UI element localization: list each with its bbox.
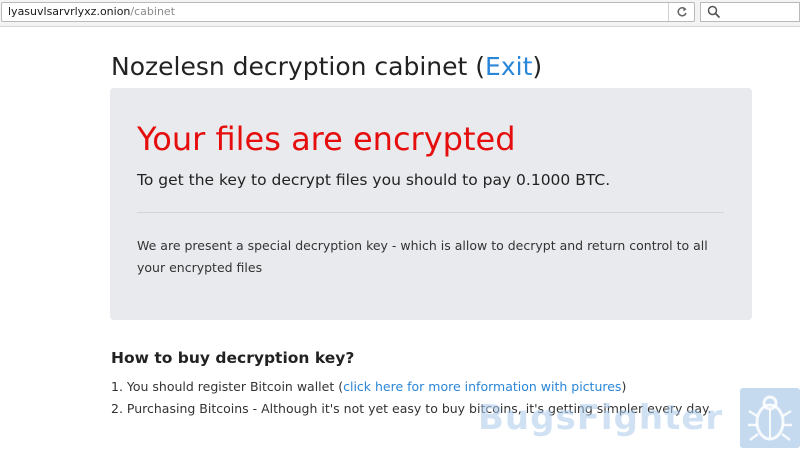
reload-icon — [676, 7, 687, 17]
exit-link[interactable]: Exit — [485, 52, 532, 81]
page-title: Nozelesn decryption cabinet (Exit) — [111, 50, 542, 84]
url-text[interactable]: lyasuvlsarvrlyxz.onion/cabinet — [8, 5, 175, 19]
reload-button[interactable] — [668, 3, 694, 21]
step-1-text: 1. You should register Bitcoin wallet ( — [111, 379, 344, 394]
ransom-notice-panel: Your files are encrypted To get the key … — [110, 88, 752, 320]
watermark-text: BugsFighter — [478, 398, 724, 438]
page-title-suffix: ) — [532, 52, 543, 81]
ransom-amount-text: To get the key to decrypt files you shou… — [137, 171, 611, 189]
bug-icon — [748, 395, 792, 441]
description-text: We are present a special decryption key … — [137, 238, 708, 275]
search-bar[interactable] — [700, 2, 800, 22]
page-title-text: Nozelesn decryption cabinet ( — [111, 52, 486, 81]
url-host: lyasuvlsarvrlyxz.onion — [8, 5, 131, 18]
watermark: BugsFighter — [474, 388, 800, 453]
url-path: /cabinet — [130, 5, 176, 18]
search-icon — [707, 5, 721, 19]
divider — [137, 212, 724, 213]
address-bar[interactable]: lyasuvlsarvrlyxz.onion/cabinet — [1, 2, 695, 22]
instructions-title: How to buy decryption key? — [111, 349, 355, 367]
headline: Your files are encrypted — [137, 120, 516, 158]
browser-toolbar: lyasuvlsarvrlyxz.onion/cabinet — [0, 0, 800, 27]
